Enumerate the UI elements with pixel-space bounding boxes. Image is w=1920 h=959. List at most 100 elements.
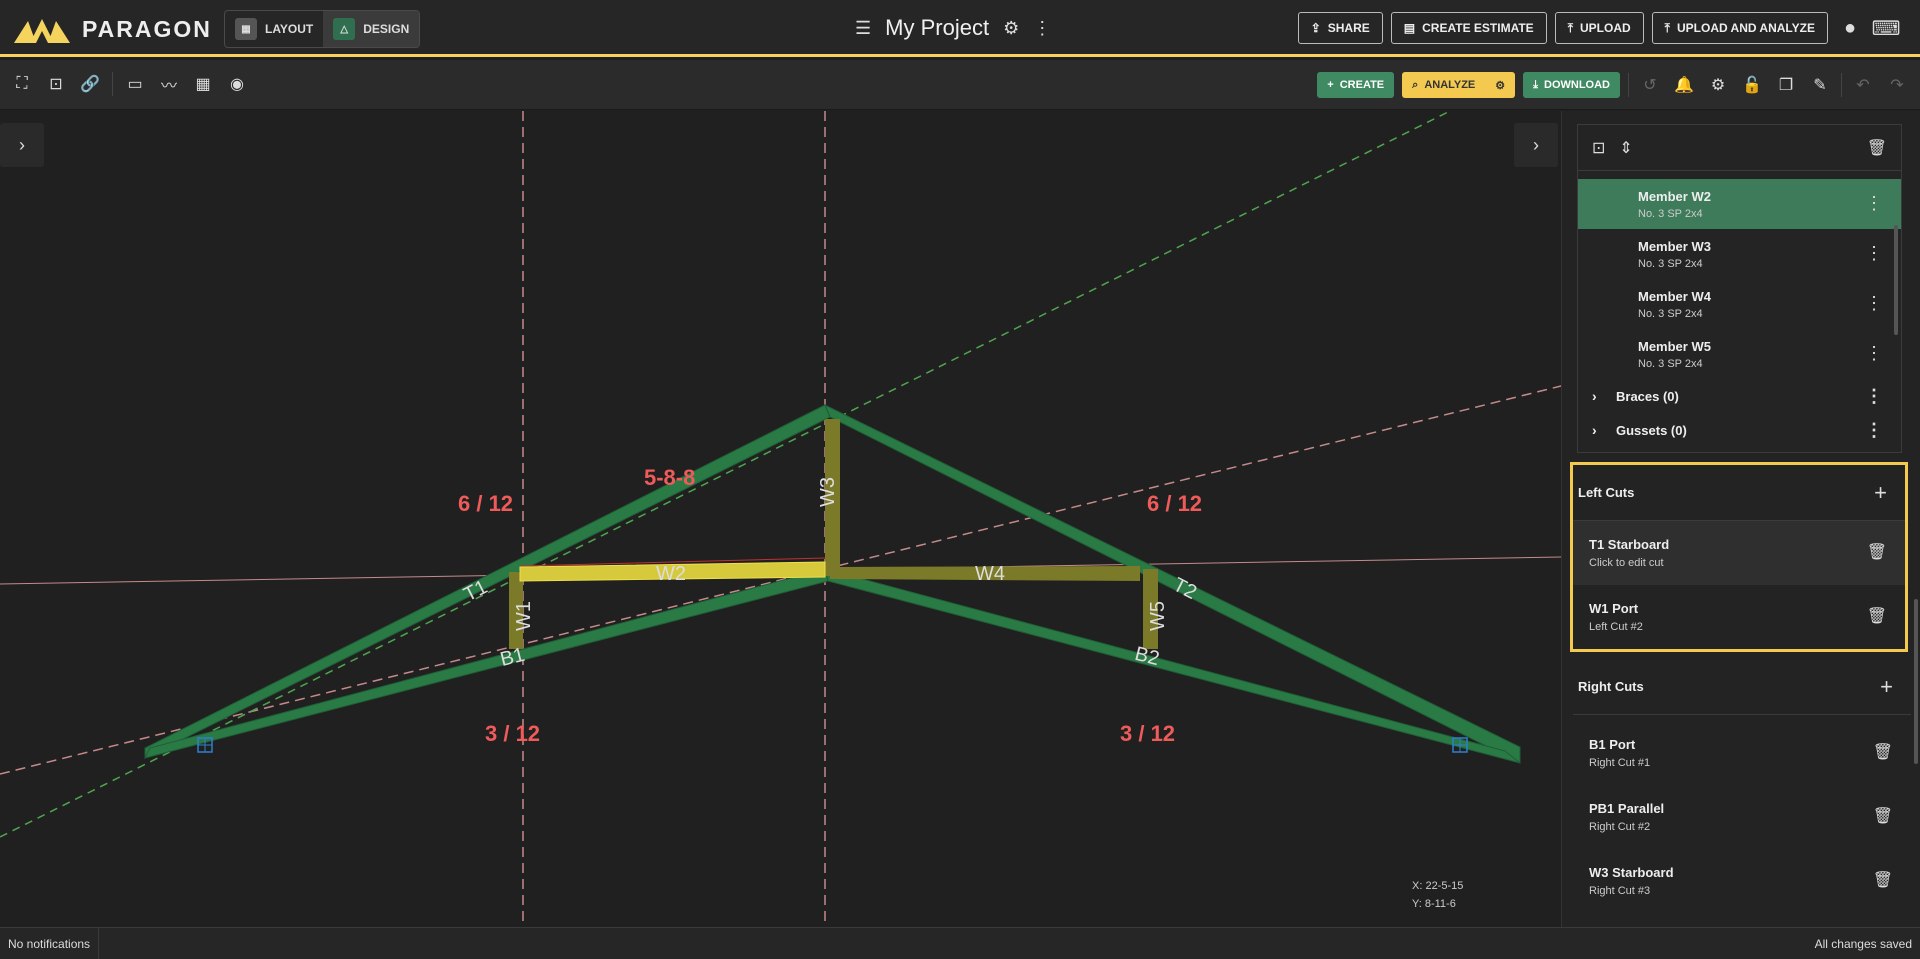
focus-selection-icon[interactable]: ⊡: [44, 72, 68, 96]
left-cut-item[interactable]: T1 Starboard Click to edit cut 🗑: [1573, 521, 1905, 585]
eye-icon[interactable]: ◉: [225, 72, 249, 96]
focus-icon[interactable]: ⊡: [1592, 138, 1605, 158]
cut-sub: Right Cut #3: [1589, 885, 1651, 897]
collapse-all-icon[interactable]: ⇕: [1619, 138, 1632, 158]
polyline-icon[interactable]: 〰: [157, 72, 181, 96]
more-vert-icon[interactable]: ⋮: [1865, 193, 1883, 214]
download-icon: ⤓: [1533, 78, 1538, 91]
trash-icon[interactable]: 🗑: [1867, 138, 1887, 158]
grid-icon[interactable]: ▦: [191, 72, 215, 96]
history-icon[interactable]: ↺: [1637, 72, 1663, 98]
trash-icon[interactable]: 🗑: [1873, 742, 1893, 762]
trash-icon[interactable]: 🗑: [1873, 806, 1893, 826]
create-button[interactable]: + CREATE: [1317, 72, 1395, 98]
create-estimate-label: CREATE ESTIMATE: [1422, 21, 1534, 35]
trash-icon[interactable]: 🗑: [1867, 606, 1887, 626]
member-name: Member W4: [1638, 288, 1711, 304]
panel-scrollbar[interactable]: [1914, 599, 1918, 764]
plus-icon: +: [1327, 79, 1334, 91]
member-tree: ⊡ ⇕ 🗑 Member W2 No. 3 SP 2x4 ⋮ Member W3…: [1577, 124, 1902, 453]
left-panel-expand-button[interactable]: ›: [0, 123, 44, 167]
upload-and-analyze-button[interactable]: ⤒ UPLOAD AND ANALYZE: [1651, 12, 1828, 44]
bell-icon[interactable]: 🔔: [1671, 72, 1697, 98]
more-vert-icon[interactable]: ⋮: [1865, 343, 1883, 364]
truss-drawing[interactable]: T1 T2 B1 B2 W1 W2 W3 W4 W5 6 / 12 6 / 12…: [0, 111, 1561, 927]
top-actions: ⇪ SHARE ▤ CREATE ESTIMATE ⤒ UPLOAD ⤒ UPL…: [1297, 12, 1901, 44]
more-vert-icon[interactable]: ⋮: [1865, 293, 1883, 314]
tree-group-gussets[interactable]: › Gussets (0) ⋮: [1578, 413, 1901, 447]
drawing-canvas[interactable]: T1 T2 B1 B2 W1 W2 W3 W4 W5 6 / 12 6 / 12…: [0, 111, 1561, 927]
tree-item-member-w3[interactable]: Member W3 No. 3 SP 2x4 ⋮: [1578, 229, 1901, 279]
link-icon[interactable]: 🔗: [78, 72, 102, 96]
left-cuts-header: Left Cuts +: [1573, 465, 1905, 521]
design-mode-button[interactable]: △ DESIGN: [323, 11, 420, 47]
app-name: PARAGON: [82, 15, 212, 42]
more-vert-icon[interactable]: ⋮: [1865, 243, 1883, 264]
tree-item-member-w5[interactable]: Member W5 No. 3 SP 2x4 ⋮: [1578, 329, 1901, 379]
cut-name: W1 Port: [1589, 601, 1639, 616]
share-button[interactable]: ⇪ SHARE: [1297, 12, 1383, 44]
right-cuts-section: Right Cuts + B1 Port Right Cut #1 🗑 PB1 …: [1573, 659, 1911, 913]
notifications-status[interactable]: No notifications: [0, 928, 100, 959]
properties-panel: ⊡ ⇕ 🗑 Member W2 No. 3 SP 2x4 ⋮ Member W3…: [1561, 111, 1920, 927]
ruler-icon[interactable]: ▭: [123, 72, 147, 96]
right-cut-item[interactable]: B1 Port Right Cut #1 🗑: [1573, 721, 1911, 785]
list-icon[interactable]: ☰: [855, 18, 871, 39]
tree-item-member-w2[interactable]: Member W2 No. 3 SP 2x4 ⋮: [1578, 179, 1901, 229]
add-left-cut-icon[interactable]: +: [1874, 480, 1887, 506]
upload-label: UPLOAD: [1580, 21, 1631, 35]
trash-icon[interactable]: 🗑: [1867, 542, 1887, 562]
fit-view-icon[interactable]: ⛶: [10, 72, 34, 96]
layout-icon: ▦: [235, 18, 257, 40]
keyboard-icon[interactable]: ⌨: [1872, 14, 1901, 42]
cut-sub: Right Cut #1: [1589, 757, 1651, 769]
cut-sub: Right Cut #2: [1589, 821, 1651, 833]
undo-icon[interactable]: ↶: [1850, 72, 1876, 98]
more-vert-icon[interactable]: ⋮: [1865, 420, 1883, 441]
download-label: DOWNLOAD: [1544, 79, 1610, 91]
create-estimate-button[interactable]: ▤ CREATE ESTIMATE: [1390, 12, 1547, 44]
tree-toolbar: ⊡ ⇕ 🗑: [1578, 125, 1901, 171]
add-right-cut-icon[interactable]: +: [1880, 674, 1893, 700]
account-icon[interactable]: ●: [1836, 14, 1864, 42]
toolbar-divider: [112, 72, 113, 96]
member-label-w4: W4: [975, 563, 1005, 585]
chevron-right-icon: ›: [1592, 388, 1597, 404]
member-name: Member W5: [1638, 338, 1711, 354]
save-status: All changes saved: [1814, 936, 1912, 951]
gear-icon[interactable]: ⚙: [1003, 18, 1019, 39]
mode-toggle: ▦ LAYOUT △ DESIGN: [224, 10, 421, 48]
upload-button[interactable]: ⤒ UPLOAD: [1554, 12, 1644, 44]
settings-icon[interactable]: ⚙: [1705, 72, 1731, 98]
tree-scrollbar[interactable]: [1894, 225, 1898, 335]
redo-icon[interactable]: ↷: [1884, 72, 1910, 98]
left-cuts-section: Left Cuts + T1 Starboard Click to edit c…: [1570, 462, 1908, 652]
analyze-label: ANALYZE: [1424, 79, 1476, 91]
project-title[interactable]: My Project: [885, 15, 989, 41]
status-bar: No notifications All changes saved: [0, 927, 1920, 959]
app-logo[interactable]: PARAGON: [14, 14, 212, 44]
more-vert-icon[interactable]: ⋮: [1865, 386, 1883, 407]
analyze-settings-icon[interactable]: ⚙: [1495, 79, 1505, 92]
share-icon: ⇪: [1310, 21, 1321, 35]
right-panel-toggle-button[interactable]: ›: [1514, 123, 1558, 167]
document-icon: ▤: [1403, 21, 1416, 35]
right-cut-item[interactable]: PB1 Parallel Right Cut #2 🗑: [1573, 785, 1911, 849]
member-t2[interactable]: [824, 403, 1521, 764]
left-cut-item[interactable]: W1 Port Left Cut #2 🗑: [1573, 585, 1905, 649]
tree-group-braces[interactable]: › Braces (0) ⋮: [1578, 379, 1901, 413]
lock-icon[interactable]: 🔓: [1739, 72, 1765, 98]
download-button[interactable]: ⤓ DOWNLOAD: [1523, 72, 1620, 98]
project-header: ☰ My Project ⚙ ⋮: [855, 13, 1051, 43]
analyze-button[interactable]: ⌕ ANALYZE ⚙: [1402, 72, 1516, 98]
more-vert-icon[interactable]: ⋮: [1033, 18, 1051, 39]
right-cut-item[interactable]: W3 Starboard Right Cut #3 🗑: [1573, 849, 1911, 913]
tree-item-member-w4[interactable]: Member W4 No. 3 SP 2x4 ⋮: [1578, 279, 1901, 329]
dimension-label: 5-8-8: [644, 465, 695, 490]
layout-mode-button[interactable]: ▦ LAYOUT: [225, 11, 323, 47]
trash-icon[interactable]: 🗑: [1873, 870, 1893, 890]
copy-icon[interactable]: ❐: [1773, 72, 1799, 98]
pencil-icon[interactable]: ✎: [1807, 72, 1833, 98]
member-t1[interactable]: [144, 404, 831, 759]
pitch-label: 3 / 12: [1120, 721, 1175, 746]
